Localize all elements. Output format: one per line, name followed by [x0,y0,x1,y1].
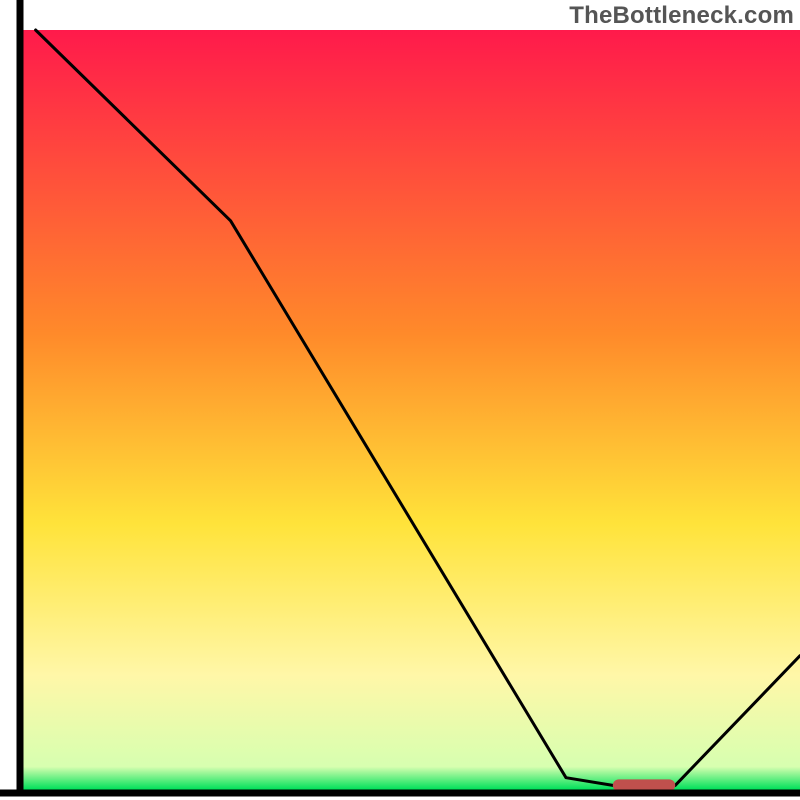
watermark-text: TheBottleneck.com [569,2,794,30]
gradient-background [24,30,800,790]
chart-frame: TheBottleneck.com [0,0,800,800]
bottleneck-chart [0,0,800,800]
